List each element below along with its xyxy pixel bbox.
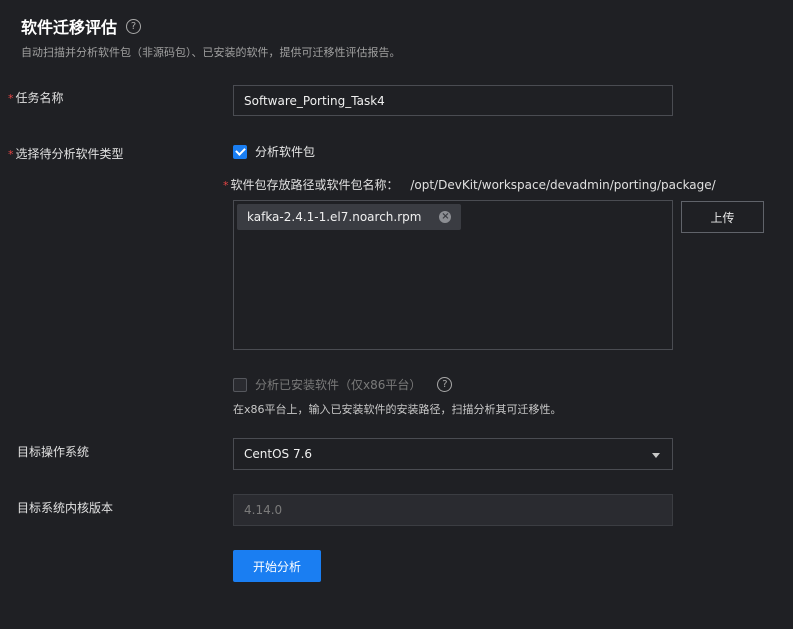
upload-button[interactable]: 上传 bbox=[681, 201, 764, 233]
required-mark: * bbox=[8, 92, 14, 105]
kernel-version-value: 4.14.0 bbox=[244, 503, 283, 517]
package-path-value: /opt/DevKit/workspace/devadmin/porting/p… bbox=[410, 178, 716, 192]
task-name-label-text: 任务名称 bbox=[15, 91, 64, 105]
package-path-label: 软件包存放路径或软件包名称： bbox=[230, 178, 399, 192]
start-analysis-button[interactable]: 开始分析 bbox=[233, 550, 321, 582]
page-subtitle: 自动扫描并分析软件包（非源码包）、已安装的软件，提供可迁移性评估报告。 bbox=[21, 46, 401, 59]
file-tag: kafka-2.4.1-1.el7.noarch.rpm × bbox=[237, 204, 462, 230]
target-os-label: 目标操作系统 bbox=[17, 445, 90, 459]
kernel-version-input: 4.14.0 bbox=[233, 494, 673, 526]
chevron-down-icon bbox=[652, 453, 660, 458]
package-list-box[interactable]: kafka-2.4.1-1.el7.noarch.rpm × bbox=[233, 200, 673, 350]
page-title: 软件迁移评估 bbox=[21, 18, 118, 37]
check-icon bbox=[234, 144, 246, 156]
file-tag-name: kafka-2.4.1-1.el7.noarch.rpm bbox=[247, 210, 422, 224]
title-row: 软件迁移评估 ? bbox=[21, 14, 142, 38]
package-path-row: * 软件包存放路径或软件包名称： /opt/DevKit/workspace/de… bbox=[223, 176, 716, 193]
required-mark: * bbox=[223, 179, 229, 192]
software-type-label: * 选择待分析软件类型 bbox=[8, 145, 124, 162]
remove-file-icon[interactable]: × bbox=[439, 211, 452, 223]
kernel-version-label: 目标系统内核版本 bbox=[17, 501, 114, 515]
help-icon[interactable]: ? bbox=[126, 18, 142, 34]
software-porting-assessment-page: 软件迁移评估 ? 自动扫描并分析软件包（非源码包）、已安装的软件，提供可迁移性评… bbox=[0, 0, 793, 629]
installed-help-icon[interactable]: ? bbox=[437, 377, 453, 392]
installed-hint: 在x86平台上，输入已安装软件的安装路径，扫描分析其可迁移性。 bbox=[233, 403, 562, 416]
target-os-value: CentOS 7.6 bbox=[244, 447, 313, 461]
analyze-installed-label: 分析已安装软件（仅x86平台） bbox=[255, 378, 422, 392]
task-name-input[interactable]: Software_Porting_Task4 bbox=[233, 85, 673, 116]
task-name-value: Software_Porting_Task4 bbox=[244, 93, 385, 108]
analyze-installed-checkbox[interactable] bbox=[233, 377, 247, 392]
analyze-package-label: 分析软件包 bbox=[255, 145, 316, 159]
task-name-label: * 任务名称 bbox=[8, 89, 64, 106]
software-type-label-text: 选择待分析软件类型 bbox=[15, 147, 124, 161]
analyze-package-checkbox[interactable] bbox=[233, 144, 247, 159]
analyze-installed-option[interactable]: 分析已安装软件（仅x86平台） ? bbox=[233, 376, 453, 393]
required-mark: * bbox=[8, 148, 14, 161]
target-os-select[interactable]: CentOS 7.6 bbox=[233, 438, 673, 470]
analyze-package-option[interactable]: 分析软件包 bbox=[233, 143, 315, 160]
